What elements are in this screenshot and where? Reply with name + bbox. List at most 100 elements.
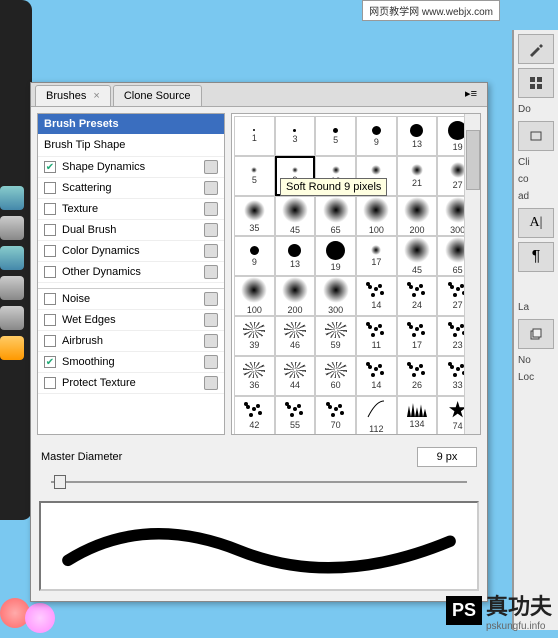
lock-icon[interactable] bbox=[204, 265, 218, 279]
lock-icon[interactable] bbox=[204, 181, 218, 195]
panel-label: La bbox=[518, 302, 554, 313]
tool-button[interactable] bbox=[518, 68, 554, 98]
brush-swatch[interactable]: 17 bbox=[356, 236, 397, 276]
lock-icon[interactable] bbox=[204, 292, 218, 306]
scrollbar-thumb[interactable] bbox=[466, 130, 480, 190]
lock-icon[interactable] bbox=[204, 313, 218, 327]
brush-shape-icon bbox=[371, 245, 381, 255]
brush-swatch[interactable]: 200 bbox=[397, 196, 438, 236]
brush-swatch[interactable]: 14 bbox=[356, 276, 397, 316]
checkbox[interactable] bbox=[44, 314, 56, 326]
brush-swatch[interactable]: 55 bbox=[275, 396, 316, 434]
brush-swatch[interactable]: 112 bbox=[356, 396, 397, 434]
brush-swatch[interactable]: 11 bbox=[356, 316, 397, 356]
preset-option-shape-dynamics[interactable]: Shape Dynamics bbox=[38, 157, 224, 178]
brush-swatch[interactable]: 70 bbox=[315, 396, 356, 434]
brush-size-label: 9 bbox=[252, 257, 257, 267]
brush-swatch[interactable]: 60 bbox=[315, 356, 356, 396]
brush-swatch[interactable]: 59 bbox=[315, 316, 356, 356]
preset-option-airbrush[interactable]: Airbrush bbox=[38, 331, 224, 352]
brush-swatch[interactable]: 100 bbox=[234, 276, 275, 316]
preset-option-other-dynamics[interactable]: Other Dynamics bbox=[38, 262, 224, 283]
brush-shape-icon bbox=[332, 166, 340, 174]
brush-size-label: 13 bbox=[290, 259, 300, 269]
brush-swatch[interactable]: 17 bbox=[397, 316, 438, 356]
brush-shape-icon bbox=[284, 322, 306, 338]
checkbox[interactable] bbox=[44, 356, 56, 368]
close-tab-icon[interactable]: × bbox=[93, 90, 99, 102]
lock-icon[interactable] bbox=[204, 202, 218, 216]
brush-size-label: 70 bbox=[331, 420, 341, 430]
brush-swatch[interactable]: 13 bbox=[397, 116, 438, 156]
panel-flyout-menu[interactable]: ▸≡ bbox=[459, 85, 483, 106]
checkbox[interactable] bbox=[44, 203, 56, 215]
brush-swatch[interactable]: 45 bbox=[275, 196, 316, 236]
brush-shape-icon bbox=[325, 322, 347, 338]
brush-presets-header[interactable]: Brush Presets bbox=[38, 114, 224, 134]
brush-swatch[interactable]: 24 bbox=[397, 276, 438, 316]
brush-swatch[interactable]: 134 bbox=[397, 396, 438, 434]
brush-swatch[interactable]: 42 bbox=[234, 396, 275, 434]
lock-icon[interactable] bbox=[204, 334, 218, 348]
brush-swatch[interactable]: 200 bbox=[275, 276, 316, 316]
checkbox[interactable] bbox=[44, 245, 56, 257]
slider-thumb[interactable] bbox=[54, 475, 66, 489]
brush-swatch[interactable]: 14 bbox=[356, 356, 397, 396]
preset-option-texture[interactable]: Texture bbox=[38, 199, 224, 220]
tool-button[interactable] bbox=[518, 34, 554, 64]
preset-option-scattering[interactable]: Scattering bbox=[38, 178, 224, 199]
checkbox[interactable] bbox=[44, 335, 56, 347]
preset-option-color-dynamics[interactable]: Color Dynamics bbox=[38, 241, 224, 262]
brush-tip-shape[interactable]: Brush Tip Shape bbox=[38, 134, 224, 157]
preset-option-wet-edges[interactable]: Wet Edges bbox=[38, 310, 224, 331]
grid-scrollbar[interactable] bbox=[464, 114, 480, 434]
master-diameter-slider[interactable] bbox=[51, 473, 467, 491]
brush-swatch[interactable]: 45 bbox=[397, 236, 438, 276]
brush-swatch[interactable]: 19 bbox=[315, 236, 356, 276]
paragraph-panel-button[interactable]: ¶ bbox=[518, 242, 554, 272]
brush-swatch[interactable]: 26 bbox=[397, 356, 438, 396]
checkbox[interactable] bbox=[44, 377, 56, 389]
brush-shape-icon bbox=[282, 197, 308, 223]
checkbox[interactable] bbox=[44, 293, 56, 305]
brush-swatch[interactable]: 46 bbox=[275, 316, 316, 356]
checkbox[interactable] bbox=[44, 266, 56, 278]
preset-option-smoothing[interactable]: Smoothing bbox=[38, 352, 224, 373]
brush-swatch[interactable]: 39 bbox=[234, 316, 275, 356]
brush-swatch[interactable]: 300 bbox=[315, 276, 356, 316]
flower-decoration bbox=[25, 603, 55, 633]
brush-swatch[interactable]: 9 bbox=[356, 116, 397, 156]
watermark-logo: PS bbox=[446, 596, 482, 625]
tool-button[interactable] bbox=[518, 121, 554, 151]
brush-swatch[interactable]: 21 bbox=[397, 156, 438, 196]
brush-swatch[interactable]: 13 bbox=[275, 236, 316, 276]
checkbox[interactable] bbox=[44, 182, 56, 194]
checkbox[interactable] bbox=[44, 224, 56, 236]
brush-swatch[interactable]: 35 bbox=[234, 196, 275, 236]
character-panel-button[interactable]: A| bbox=[518, 208, 554, 238]
brush-swatch[interactable]: 65 bbox=[315, 196, 356, 236]
lock-icon[interactable] bbox=[204, 223, 218, 237]
brush-swatch[interactable]: 5 bbox=[315, 116, 356, 156]
layers-panel-button[interactable] bbox=[518, 319, 554, 349]
brush-swatch[interactable]: 5 bbox=[234, 156, 275, 196]
brush-size-label: 65 bbox=[453, 265, 463, 275]
preset-option-dual-brush[interactable]: Dual Brush bbox=[38, 220, 224, 241]
brush-swatch[interactable]: 3 bbox=[275, 116, 316, 156]
lock-icon[interactable] bbox=[204, 376, 218, 390]
tab-brushes[interactable]: Brushes × bbox=[35, 85, 111, 106]
brush-swatch[interactable]: 1 bbox=[234, 116, 275, 156]
preset-option-protect-texture[interactable]: Protect Texture bbox=[38, 373, 224, 394]
lock-icon[interactable] bbox=[204, 355, 218, 369]
lock-icon[interactable] bbox=[204, 244, 218, 258]
checkbox[interactable] bbox=[44, 161, 56, 173]
brush-swatch[interactable]: 9 bbox=[234, 236, 275, 276]
brush-swatch[interactable]: 36 bbox=[234, 356, 275, 396]
tab-clone-source[interactable]: Clone Source bbox=[113, 85, 202, 106]
brush-swatch[interactable]: 100 bbox=[356, 196, 397, 236]
brush-swatch[interactable]: 44 bbox=[275, 356, 316, 396]
preset-option-noise[interactable]: Noise bbox=[38, 289, 224, 310]
master-diameter-input[interactable]: 9 px bbox=[417, 447, 477, 467]
option-label: Scattering bbox=[62, 182, 112, 194]
lock-icon[interactable] bbox=[204, 160, 218, 174]
